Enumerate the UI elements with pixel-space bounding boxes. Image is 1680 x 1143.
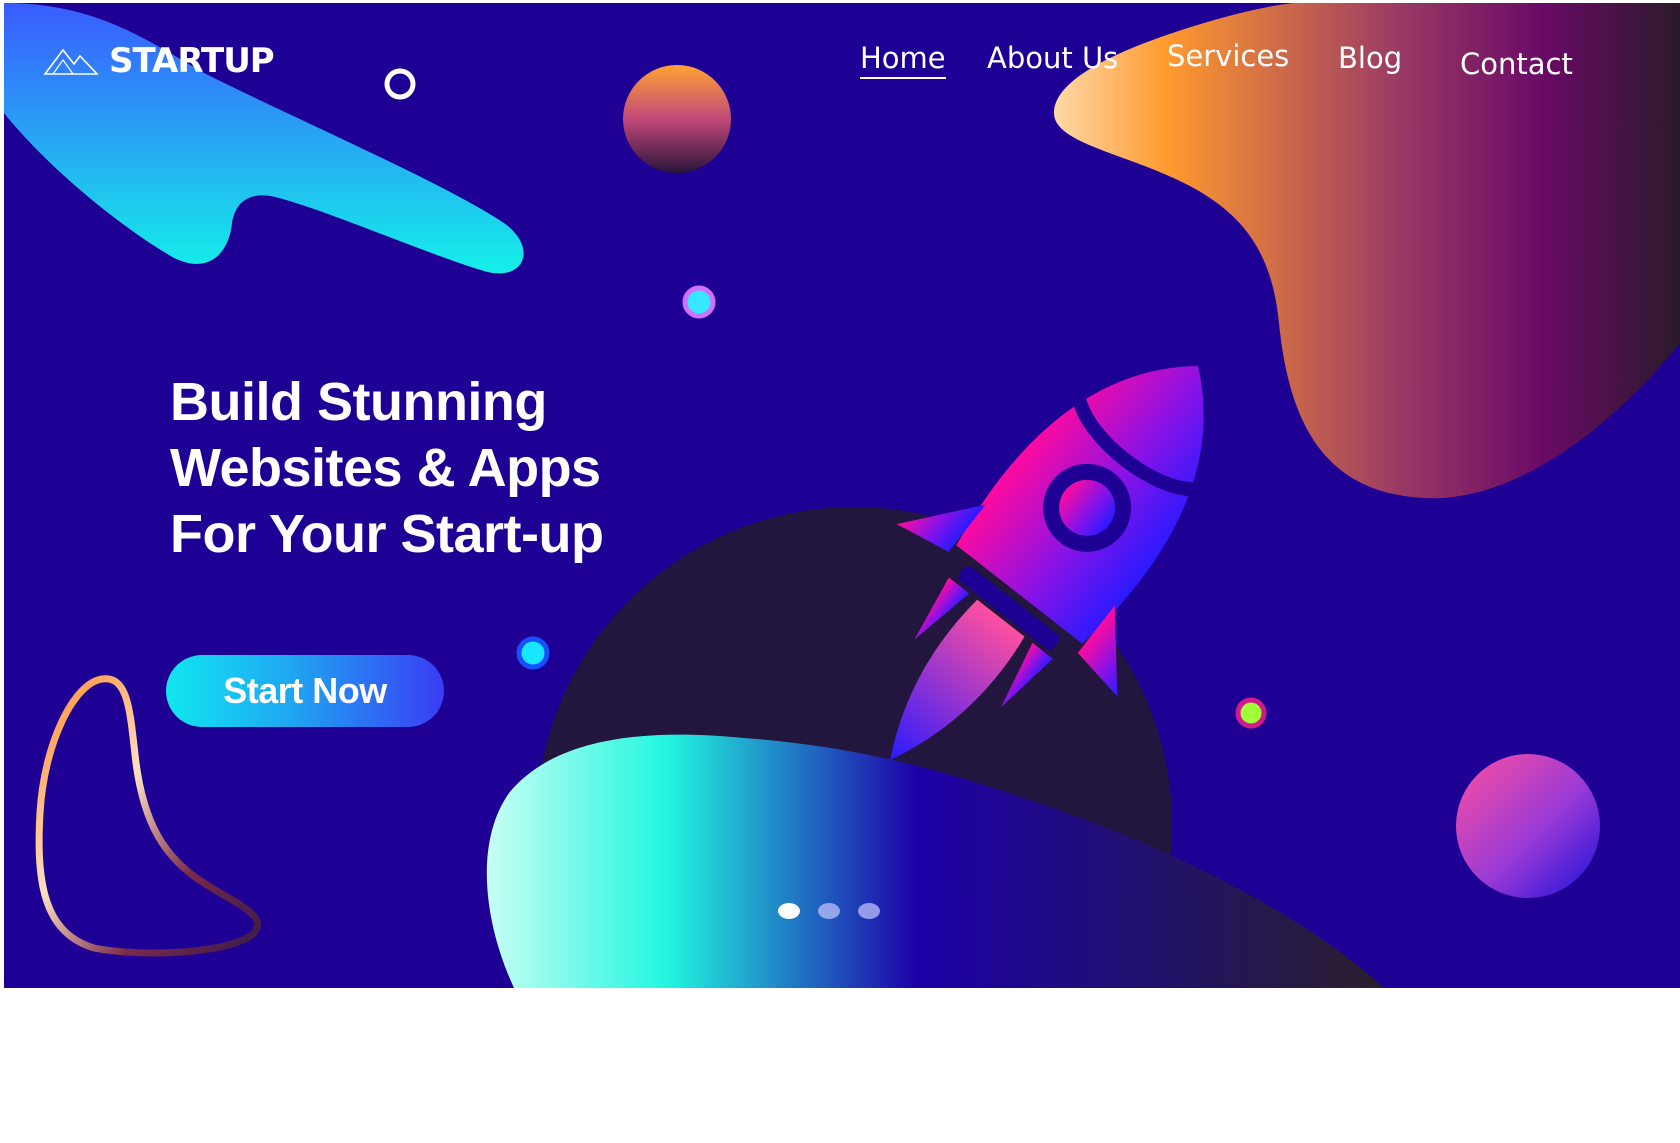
headline-line-3: For Your Start-up	[170, 504, 604, 564]
hero-headline: Build Stunning Websites & Apps For Your …	[170, 369, 604, 567]
nav-item-services[interactable]: Services	[1167, 39, 1289, 73]
main-nav: Home About Us Services Blog Contact	[4, 3, 1680, 103]
cyan-ring	[682, 285, 716, 319]
nav-item-blog[interactable]: Blog	[1338, 41, 1402, 75]
teal-wave	[486, 734, 1384, 988]
carousel-dot-3[interactable]	[858, 903, 880, 919]
green-ring	[1235, 697, 1267, 729]
hero-section: STARTUP Home About Us Services Blog Cont…	[4, 3, 1680, 988]
nav-item-about-us[interactable]: About Us	[987, 41, 1118, 75]
headline-line-2: Websites & Apps	[170, 438, 601, 498]
headline-line-1: Build Stunning	[170, 372, 547, 432]
pink-planet	[1456, 754, 1600, 898]
carousel-dot-1[interactable]	[778, 903, 800, 919]
blue-ring	[516, 636, 550, 670]
nav-item-home[interactable]: Home	[860, 41, 946, 79]
start-now-button[interactable]: Start Now	[166, 655, 444, 727]
nav-item-contact[interactable]: Contact	[1460, 47, 1573, 81]
carousel-dot-2[interactable]	[818, 903, 840, 919]
carousel-dots	[778, 903, 880, 919]
